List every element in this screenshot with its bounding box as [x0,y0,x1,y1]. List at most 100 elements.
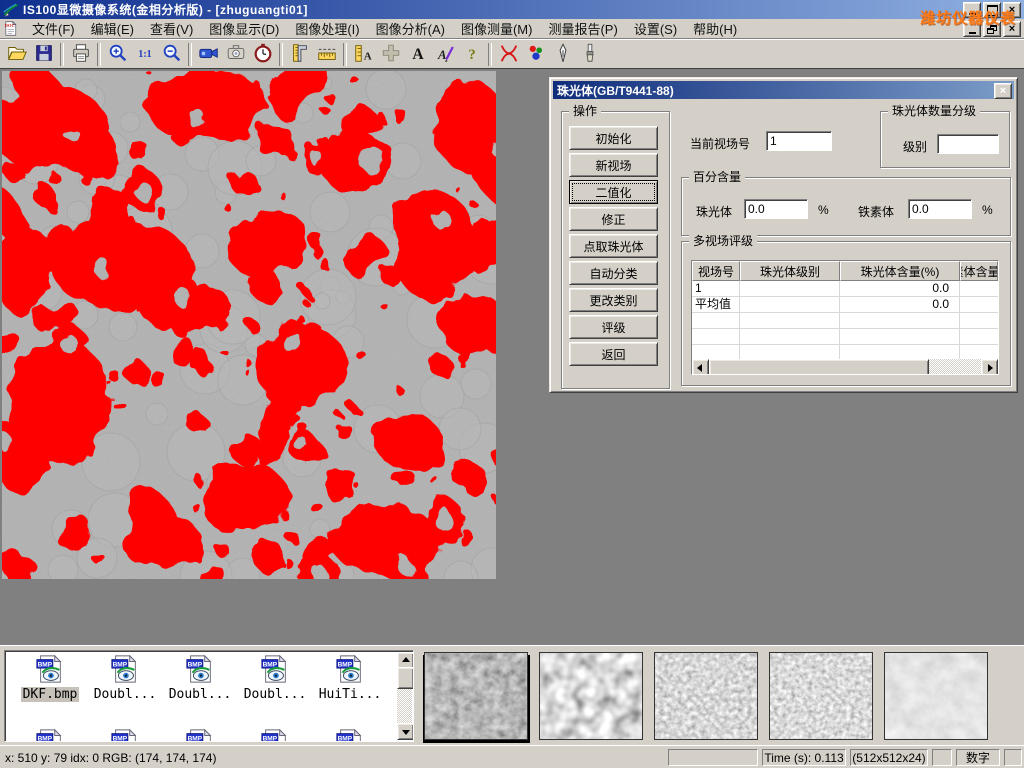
op-button-8[interactable]: 返回 [569,342,658,366]
menu-item-6[interactable]: 图像测量(M) [453,18,541,39]
svg-text:BMP: BMP [263,735,278,742]
app-icon [2,2,20,18]
curve-tool-button[interactable] [495,42,522,67]
file-item-4[interactable]: BMPHuiTi... [313,654,387,702]
pen-tool-button[interactable] [549,42,576,67]
save-icon [33,42,55,67]
file-item-row2-1[interactable]: BMP [88,728,162,742]
document-icon[interactable]: DOC [3,20,20,37]
micrograph-image[interactable] [2,71,496,579]
table-row-3[interactable] [692,329,998,345]
menu-item-5[interactable]: 图像分析(A) [368,18,453,39]
hscrollbar-thumb[interactable] [709,359,929,375]
file-item-row2-4[interactable]: BMP [313,728,387,742]
preview-thumbnail-3[interactable] [769,652,873,740]
grade-level-input[interactable] [937,134,999,154]
caliper-button[interactable] [286,42,313,67]
table-cell: 0.0 [840,281,960,297]
status-box-empty-2 [932,749,952,766]
help-button[interactable]: ? [458,42,485,67]
multifield-table[interactable]: 视场号珠光体级别珠光体含量(%)铁素体含量(%) 10.0平均值0.0 [691,260,999,375]
table-cell [740,329,840,345]
zoom-in-button[interactable] [104,42,131,67]
file-browser-scrollbar[interactable] [397,652,412,740]
multifield-group: 多视场评级 视场号珠光体级别珠光体含量(%)铁素体含量(%) 10.0平均值0.… [681,241,1011,386]
annotate-button[interactable]: A [431,42,458,67]
menu-item-1[interactable]: 编辑(E) [83,18,142,39]
actual-size-button[interactable]: 1:1 [131,42,158,67]
status-bar: x: 510 y: 79 idx: 0 RGB: (174, 174, 174)… [0,745,1024,768]
table-row-0[interactable]: 10.0 [692,281,998,297]
print-icon [70,42,92,67]
scroll-right-button[interactable] [981,359,998,375]
op-button-5[interactable]: 自动分类 [569,261,658,285]
scroll-down-button[interactable] [397,723,414,740]
table-header: 视场号珠光体级别珠光体含量(%)铁素体含量(%) [692,261,998,281]
file-item-1[interactable]: BMPDoubl... [88,654,162,702]
dialog-close-button[interactable]: × [994,83,1012,99]
bmp-file-icon: BMP [35,673,65,687]
toolbar: 1:1AAA? [0,39,1024,68]
vscrollbar-thumb[interactable] [397,667,414,689]
menu-item-4[interactable]: 图像处理(I) [287,18,367,39]
ferrite-percent-input[interactable] [908,199,972,219]
window-titlebar: IS100显微摄像系统(金相分析版) - [zhuguangti01] × [0,0,1024,19]
op-button-3[interactable]: 修正 [569,207,658,231]
menu-item-0[interactable]: 文件(F) [24,18,83,39]
file-item-row2-3[interactable]: BMP [238,728,312,742]
open-file-button[interactable] [3,42,30,67]
print-button[interactable] [67,42,94,67]
op-button-4[interactable]: 点取珠光体 [569,234,658,258]
op-button-2[interactable]: 二值化 [569,180,658,204]
file-item-row2-0[interactable]: BMP [13,728,87,742]
video-camera-icon [198,42,220,67]
capture-image-button[interactable] [222,42,249,67]
scroll-left-button[interactable] [692,359,709,375]
current-field-input[interactable] [766,131,832,151]
grading-group-label: 珠光体数量分级 [888,104,980,118]
table-hscrollbar[interactable] [692,359,998,374]
preview-thumbnail-2[interactable] [654,652,758,740]
file-item-3[interactable]: BMPDoubl... [238,654,312,702]
text-label-button[interactable]: A [404,42,431,67]
op-button-7[interactable]: 评级 [569,315,658,339]
menu-item-8[interactable]: 设置(S) [626,18,685,39]
ruler-button[interactable] [313,42,340,67]
preview-thumbnail-0[interactable] [424,652,528,740]
timer-button[interactable] [249,42,276,67]
svg-text:A: A [412,45,424,62]
grid-cross-button[interactable] [377,42,404,67]
menu-item-7[interactable]: 测量报告(P) [540,18,625,39]
table-row-1[interactable]: 平均值0.0 [692,297,998,313]
table-cell [960,329,998,345]
help-icon: ? [461,42,483,67]
status-image-size: (512x512x24) [850,749,928,766]
table-cell [692,329,740,345]
op-button-1[interactable]: 新视场 [569,153,658,177]
file-item-2[interactable]: BMPDoubl... [163,654,237,702]
toolbar-separator [188,43,192,66]
op-button-6[interactable]: 更改类别 [569,288,658,312]
op-button-0[interactable]: 初始化 [569,126,658,150]
preview-thumbnail-1[interactable] [539,652,643,740]
pearlite-percent-input[interactable] [744,199,808,219]
svg-text:DOC: DOC [5,23,15,28]
file-item-row2-2[interactable]: BMP [163,728,237,742]
table-row-2[interactable] [692,313,998,329]
brush-tool-button[interactable] [576,42,603,67]
table-cell [960,297,998,313]
menu-item-3[interactable]: 图像显示(D) [201,18,287,39]
menu-item-2[interactable]: 查看(V) [142,18,201,39]
count-points-button[interactable] [522,42,549,67]
file-browser[interactable]: BMPBMPBMPBMPBMPBMPHuiTi...BMPDoubl...BMP… [4,650,414,742]
svg-text:BMP: BMP [338,735,353,742]
zoom-out-button[interactable] [158,42,185,67]
save-button[interactable] [30,42,57,67]
measure-label-button[interactable]: A [350,42,377,67]
menu-item-9[interactable]: 帮助(H) [685,18,745,39]
file-item-0[interactable]: BMPDKF.bmp [13,654,87,702]
dialog-titlebar[interactable]: 珠光体(GB/T9441-88) × [553,81,1014,99]
preview-thumbnail-4[interactable] [884,652,988,740]
video-camera-button[interactable] [195,42,222,67]
text-label-icon: A [407,42,429,67]
